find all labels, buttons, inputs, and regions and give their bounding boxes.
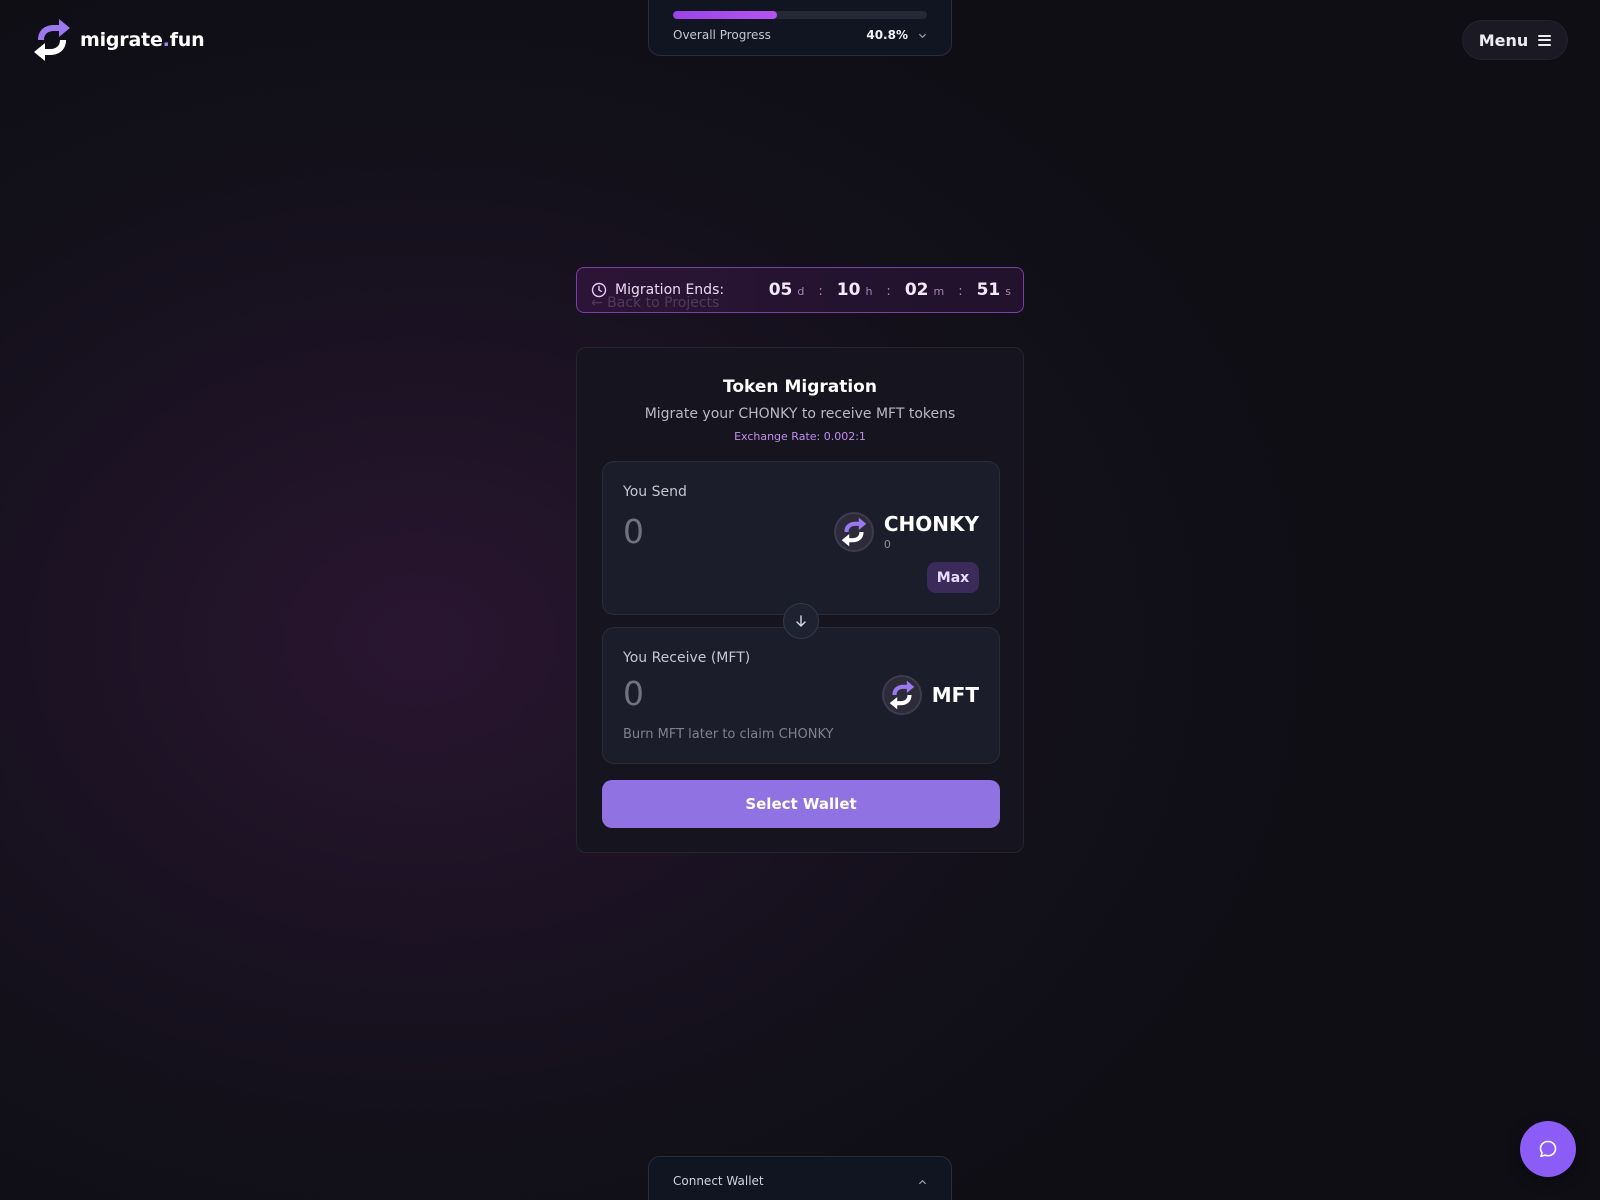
- menu-button[interactable]: Menu: [1462, 20, 1568, 60]
- send-token: CHONKY 0: [833, 511, 979, 552]
- progress-label: Overall Progress: [673, 28, 771, 42]
- back-to-projects-link[interactable]: ← Back to Projects: [591, 295, 719, 311]
- card-title: Token Migration: [723, 377, 877, 397]
- countdown-separator: :: [958, 284, 963, 299]
- menu-icon: [1538, 34, 1552, 46]
- progress-value: 40.8%: [866, 28, 908, 42]
- migration-countdown: ← Back to Projects Migration Ends: 05 d …: [576, 267, 1024, 313]
- connect-wallet-label: Connect Wallet: [673, 1174, 764, 1188]
- countdown-timer: 05 d : 10 h : 02 m : 51 s: [769, 280, 1011, 300]
- send-label: You Send: [623, 484, 687, 500]
- burn-note: Burn MFT later to claim CHONKY: [623, 727, 834, 742]
- brand-logo[interactable]: migrate.fun: [32, 18, 205, 62]
- mft-token-icon: [881, 675, 922, 715]
- countdown-days: 05: [768, 280, 793, 300]
- logo-icon: [34, 19, 70, 61]
- receive-label: You Receive (MFT): [623, 650, 751, 666]
- chevron-up-icon[interactable]: [918, 1178, 927, 1187]
- chat-icon: [1539, 1140, 1557, 1158]
- arrow-down-icon: [796, 615, 806, 627]
- chat-button[interactable]: [1520, 1121, 1576, 1177]
- select-wallet-button[interactable]: Select Wallet: [602, 780, 1000, 828]
- send-amount-input[interactable]: 0: [623, 512, 644, 551]
- brand-name: migrate.fun: [80, 29, 205, 51]
- overall-progress-panel[interactable]: Overall Progress 40.8%: [648, 0, 952, 56]
- send-token-name: CHONKY: [883, 511, 979, 536]
- menu-label: Menu: [1478, 30, 1529, 50]
- countdown-seconds: 51: [976, 280, 1001, 300]
- exchange-rate: Exchange Rate: 0.002:1: [734, 430, 866, 443]
- send-token-balance: 0: [883, 537, 891, 551]
- chonky-token-icon: [833, 512, 874, 552]
- countdown-separator: :: [818, 284, 823, 299]
- receive-amount: 0: [623, 674, 644, 713]
- send-box: You Send 0 CHONKY 0 Max: [602, 461, 1000, 615]
- countdown-minutes: 02: [904, 280, 929, 300]
- chevron-down-icon[interactable]: [918, 31, 927, 40]
- receive-box: You Receive (MFT) 0 MFT Burn MFT later t…: [602, 627, 1000, 764]
- countdown-hours: 10: [836, 280, 861, 300]
- token-migration-card: Token Migration Migrate your CHONKY to r…: [576, 347, 1024, 853]
- max-button[interactable]: Max: [927, 562, 979, 593]
- countdown-seconds-unit: s: [1005, 285, 1011, 298]
- countdown-hours-unit: h: [865, 285, 873, 298]
- countdown-minutes-unit: m: [933, 285, 945, 298]
- progress-fill: [673, 11, 777, 19]
- swap-direction-button[interactable]: [783, 603, 819, 639]
- receive-token: MFT: [881, 675, 979, 715]
- connect-wallet-panel[interactable]: Connect Wallet: [648, 1156, 952, 1200]
- countdown-days-unit: d: [797, 285, 805, 298]
- progress-track: [673, 11, 927, 19]
- receive-token-name: MFT: [931, 683, 979, 707]
- card-subtitle: Migrate your CHONKY to receive MFT token…: [644, 406, 956, 422]
- countdown-separator: :: [886, 284, 891, 299]
